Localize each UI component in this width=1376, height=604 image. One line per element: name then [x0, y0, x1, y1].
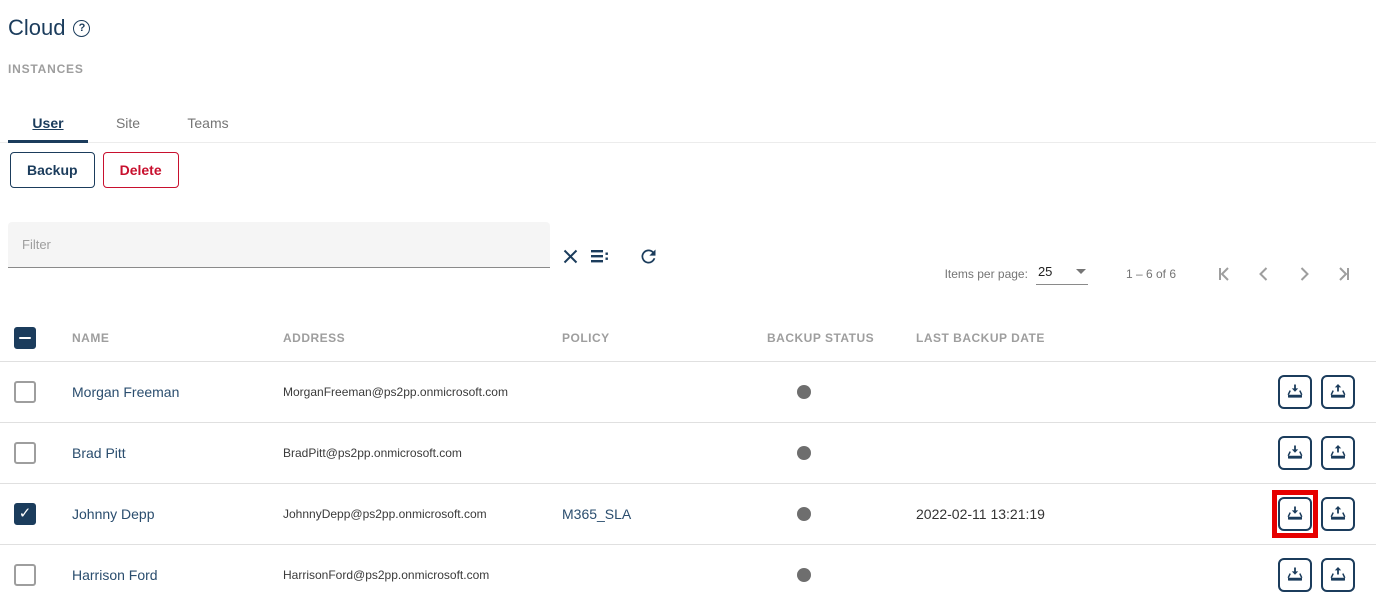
table-row: Harrison Ford HarrisonFord@ps2pp.onmicro… — [0, 545, 1376, 604]
instance-policy: M365_SLA — [562, 506, 631, 522]
tab-teams[interactable]: Teams — [168, 103, 248, 142]
instances-table: NAME ADDRESS POLICY BACKUP STATUS LAST B… — [0, 315, 1376, 604]
filter-input[interactable] — [8, 222, 550, 268]
first-page-button[interactable] — [1204, 256, 1244, 292]
instance-address: BradPitt@ps2pp.onmicrosoft.com — [283, 446, 462, 460]
row-checkbox[interactable] — [14, 503, 36, 525]
instance-name-link[interactable]: Brad Pitt — [72, 445, 126, 461]
clear-filter-icon[interactable] — [558, 244, 582, 268]
help-icon[interactable]: ? — [73, 20, 90, 37]
page-header: Cloud ? — [8, 15, 90, 41]
instance-name-link[interactable]: Harrison Ford — [72, 567, 158, 583]
restore-button[interactable] — [1278, 497, 1312, 531]
backup-status-dot — [797, 507, 811, 521]
backup-now-button[interactable] — [1321, 375, 1355, 409]
tab-user[interactable]: User — [8, 103, 88, 142]
page-range-label: 1 – 6 of 6 — [1126, 267, 1176, 281]
table-row: Brad Pitt BradPitt@ps2pp.onmicrosoft.com — [0, 423, 1376, 484]
column-header-last-backup-date: LAST BACKUP DATE — [916, 331, 1045, 345]
instance-address: JohnnyDepp@ps2pp.onmicrosoft.com — [283, 507, 487, 521]
restore-button[interactable] — [1278, 558, 1312, 592]
items-per-page-value: 25 — [1038, 264, 1052, 279]
restore-button[interactable] — [1278, 375, 1312, 409]
paginator: Items per page: 25 1 – 6 of 6 — [945, 256, 1376, 292]
instance-name-link[interactable]: Morgan Freeman — [72, 384, 179, 400]
instance-address: HarrisonFord@ps2pp.onmicrosoft.com — [283, 568, 489, 582]
table-row: Johnny Depp JohnnyDepp@ps2pp.onmicrosoft… — [0, 484, 1376, 545]
delete-button[interactable]: Delete — [103, 152, 179, 188]
column-header-name: NAME — [72, 331, 109, 345]
backup-now-button[interactable] — [1321, 558, 1355, 592]
row-checkbox[interactable] — [14, 564, 36, 586]
tab-site[interactable]: Site — [88, 103, 168, 142]
table-row: Morgan Freeman MorganFreeman@ps2pp.onmic… — [0, 362, 1376, 423]
column-header-backup-status: BACKUP STATUS — [767, 331, 874, 345]
pagination-controls — [1204, 256, 1364, 292]
table-header-row: NAME ADDRESS POLICY BACKUP STATUS LAST B… — [0, 315, 1376, 362]
restore-button[interactable] — [1278, 436, 1312, 470]
instance-address: MorganFreeman@ps2pp.onmicrosoft.com — [283, 385, 508, 399]
items-per-page-select[interactable]: 25 — [1036, 264, 1088, 285]
last-page-button[interactable] — [1324, 256, 1364, 292]
last-backup-date: 2022-02-11 13:21:19 — [916, 506, 1045, 522]
backup-now-button[interactable] — [1321, 436, 1355, 470]
cloud-instances-page: Cloud ? INSTANCES User Site Teams Backup… — [0, 0, 1376, 604]
select-all-checkbox[interactable] — [14, 327, 36, 349]
instance-name-link[interactable]: Johnny Depp — [72, 506, 155, 522]
items-per-page-label: Items per page: — [945, 267, 1028, 281]
refresh-icon[interactable] — [636, 244, 660, 268]
chevron-down-icon — [1076, 269, 1086, 274]
section-label: INSTANCES — [8, 62, 84, 76]
restore-button-wrap — [1278, 558, 1312, 592]
column-header-policy: POLICY — [562, 331, 610, 345]
row-checkbox[interactable] — [14, 442, 36, 464]
restore-button-wrap — [1278, 375, 1312, 409]
next-page-button[interactable] — [1284, 256, 1324, 292]
previous-page-button[interactable] — [1244, 256, 1284, 292]
restore-button-wrap — [1278, 436, 1312, 470]
filter-settings-icon[interactable] — [588, 244, 612, 268]
action-toolbar: Backup Delete — [10, 152, 179, 188]
backup-button[interactable]: Backup — [10, 152, 95, 188]
backup-status-dot — [797, 446, 811, 460]
backup-status-dot — [797, 568, 811, 582]
backup-now-button[interactable] — [1321, 497, 1355, 531]
row-checkbox[interactable] — [14, 381, 36, 403]
tab-bar: User Site Teams — [0, 103, 1376, 143]
page-title: Cloud — [8, 15, 65, 41]
backup-status-dot — [797, 385, 811, 399]
restore-button-wrap — [1278, 497, 1312, 531]
column-header-address: ADDRESS — [283, 331, 345, 345]
